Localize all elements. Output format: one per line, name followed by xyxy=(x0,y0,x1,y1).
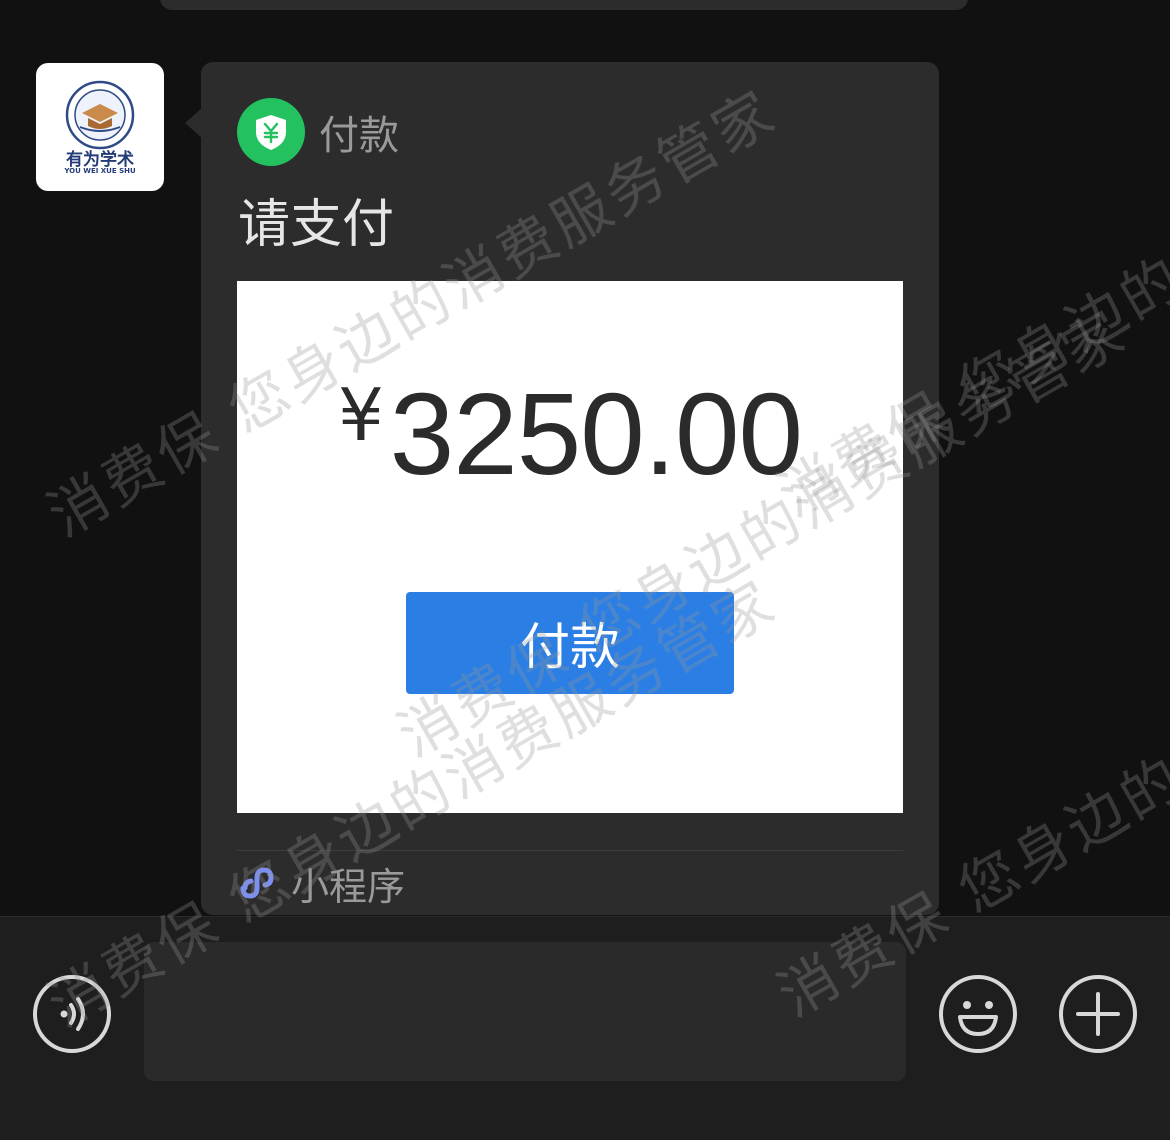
payment-preview-image[interactable]: ¥3250.00 付款 xyxy=(237,281,903,813)
miniprogram-label: 小程序 xyxy=(291,864,406,909)
card-title: 请支付 xyxy=(238,195,395,255)
card-header: 付款 xyxy=(237,98,399,166)
card-divider xyxy=(237,850,903,851)
message-input[interactable] xyxy=(144,942,906,1081)
chat-input-bar xyxy=(0,916,1170,1140)
more-button[interactable] xyxy=(1058,974,1138,1054)
miniprogram-link-icon xyxy=(240,867,274,899)
card-source-label: 付款 xyxy=(319,113,399,159)
pay-button[interactable]: 付款 xyxy=(406,592,734,694)
chat-screen: 有为学术 YOU WEI XUE SHU 付款 请支付 ¥3250.00 付款 xyxy=(0,0,1170,1140)
avatar[interactable]: 有为学术 YOU WEI XUE SHU xyxy=(36,63,164,191)
amount-value: 3250.00 xyxy=(389,369,803,499)
payment-card[interactable]: 付款 请支付 ¥3250.00 付款 小程序 xyxy=(201,62,939,915)
bubble-tail xyxy=(185,108,202,138)
payment-amount: ¥3250.00 xyxy=(237,367,903,501)
currency-symbol: ¥ xyxy=(337,373,384,457)
card-footer: 小程序 xyxy=(237,857,405,909)
plus-icon xyxy=(1059,975,1137,1053)
voice-icon xyxy=(33,975,111,1053)
previous-message-bubble[interactable] xyxy=(160,0,968,10)
org-name-en: YOU WEI XUE SHU xyxy=(64,167,136,175)
yuan-shield-icon xyxy=(237,98,305,166)
voice-button[interactable] xyxy=(32,974,112,1054)
emoji-icon xyxy=(939,975,1017,1053)
emoji-button[interactable] xyxy=(938,974,1018,1054)
